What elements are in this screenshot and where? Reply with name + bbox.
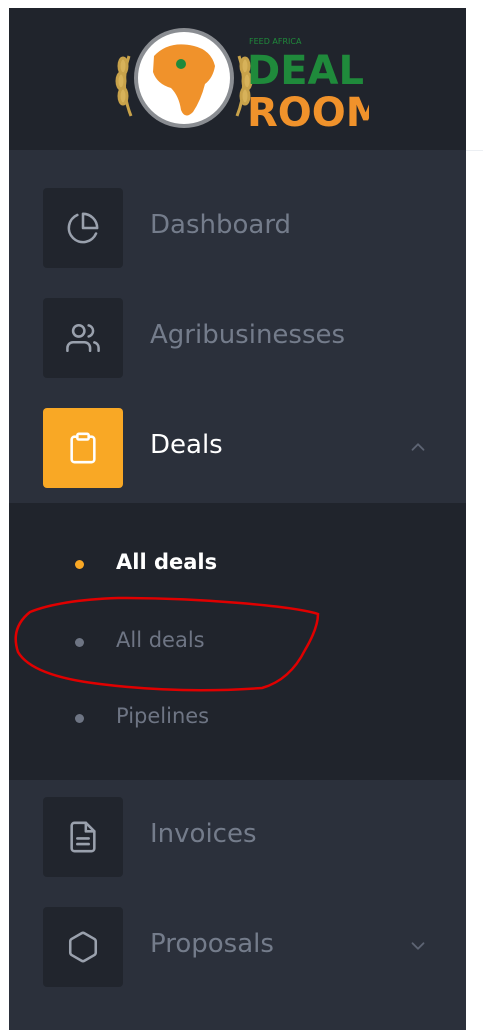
menu-label-agribusinesses: Agribusinesses xyxy=(150,320,346,350)
deals-icon-box xyxy=(43,408,123,488)
sidebar: FEED AFRICA DEAL ROOM Dashboard Agribusi… xyxy=(9,8,466,1030)
pie-chart-icon xyxy=(67,212,99,244)
invoices-icon-box xyxy=(43,797,123,877)
logo-word-room: ROOM xyxy=(247,90,369,130)
agribusinesses-icon-box xyxy=(43,298,123,378)
clipboard-icon xyxy=(70,432,96,464)
hexagon-icon xyxy=(68,931,98,963)
bullet-dot-icon xyxy=(75,560,84,569)
menu-label-dashboard: Dashboard xyxy=(150,210,292,240)
menu-item-invoices[interactable]: Invoices xyxy=(9,767,466,877)
submenu-item-all-deals-active[interactable]: All deals xyxy=(9,538,466,588)
menu-item-deals[interactable]: Deals xyxy=(9,378,466,488)
proposals-icon-box xyxy=(43,907,123,987)
deal-room-logo[interactable]: FEED AFRICA DEAL ROOM xyxy=(109,26,369,130)
dashboard-icon-box xyxy=(43,188,123,268)
submenu-item-all-deals[interactable]: All deals xyxy=(9,616,466,666)
main-content-edge xyxy=(466,8,483,1030)
window-top-border xyxy=(0,0,483,8)
submenu-label: All deals xyxy=(116,550,218,574)
window-left-border xyxy=(0,0,9,1030)
menu-item-dashboard[interactable]: Dashboard xyxy=(9,158,466,268)
logo-tagline: FEED AFRICA xyxy=(249,37,302,46)
header-divider xyxy=(466,150,483,151)
chevron-up-icon[interactable] xyxy=(407,436,429,458)
menu-label-deals: Deals xyxy=(150,430,223,460)
menu-label-invoices: Invoices xyxy=(150,819,257,849)
submenu-label: All deals xyxy=(116,628,205,652)
menu-item-agribusinesses[interactable]: Agribusinesses xyxy=(9,268,466,378)
file-text-icon xyxy=(70,821,96,853)
menu-item-proposals[interactable]: Proposals xyxy=(9,877,466,987)
deals-submenu: All deals All deals Pipelines xyxy=(9,503,466,780)
submenu-label: Pipelines xyxy=(116,704,210,728)
logo-area: FEED AFRICA DEAL ROOM xyxy=(9,8,466,150)
menu-label-proposals: Proposals xyxy=(150,929,274,959)
users-icon xyxy=(66,323,100,353)
submenu-item-pipelines[interactable]: Pipelines xyxy=(9,692,466,742)
bullet-dot-icon xyxy=(75,714,84,723)
bullet-dot-icon xyxy=(75,638,84,647)
chevron-down-icon[interactable] xyxy=(407,935,429,957)
logo-word-deal: DEAL xyxy=(247,48,364,94)
